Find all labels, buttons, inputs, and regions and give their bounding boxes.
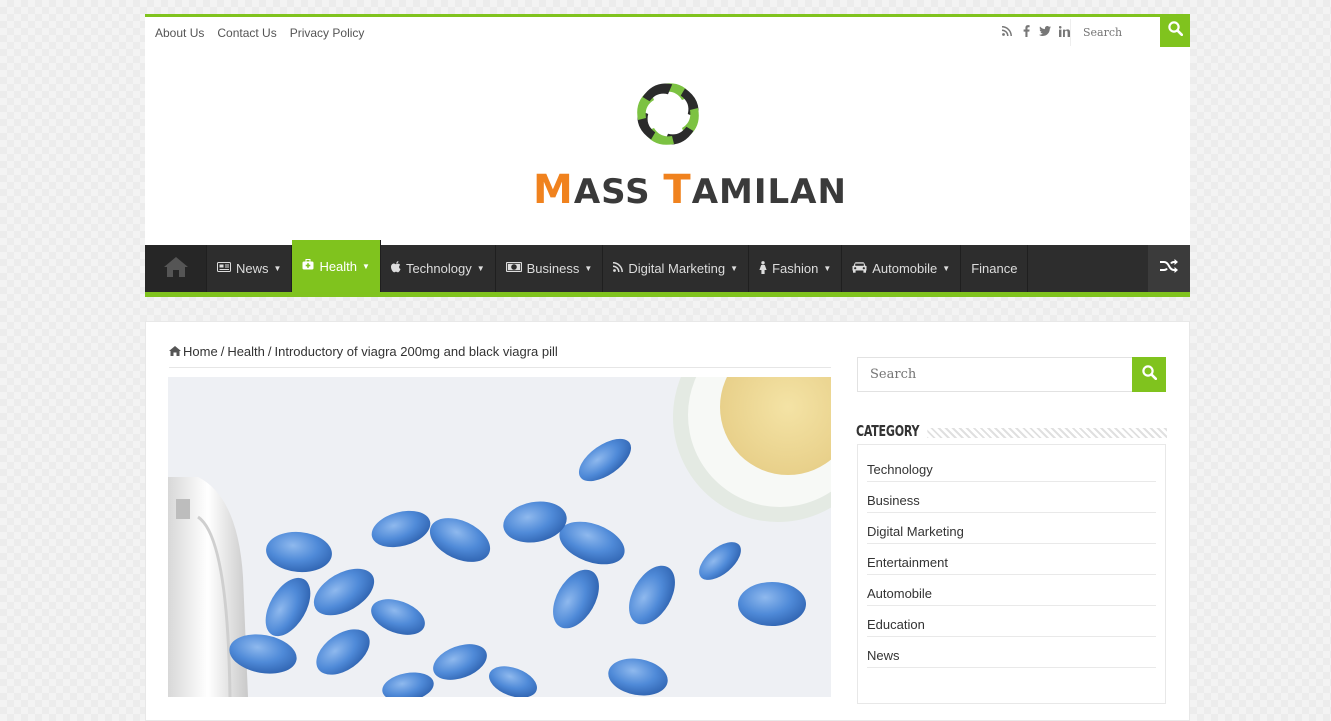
top-bar: About Us Contact Us Privacy Policy (145, 14, 1190, 48)
nav-item-digital-marketing[interactable]: Digital Marketing ▼ (603, 245, 750, 292)
nav-label: Automobile (872, 261, 938, 276)
site-logo[interactable]: MASS TAMILAN (533, 72, 846, 222)
category-widget-header: Category (856, 422, 1167, 444)
logo-initial-t: T (663, 167, 692, 213)
nav-item-news[interactable]: News ▼ (207, 245, 293, 292)
random-article-button[interactable] (1148, 245, 1190, 292)
title-stripe-decoration (926, 428, 1167, 438)
logo-word-mass: ASS (573, 172, 664, 212)
sidebar-search-input[interactable] (857, 357, 1133, 392)
logo-word-tamilan: AMILAN (691, 172, 847, 212)
apple-icon (390, 261, 401, 276)
logo-wordmark: MASS TAMILAN (533, 167, 846, 213)
caret-down-icon: ▼ (730, 264, 739, 273)
caret-down-icon: ▼ (362, 261, 370, 271)
nav-label: Business (526, 261, 580, 276)
home-icon (169, 344, 181, 359)
nav-label: Technology (405, 261, 472, 276)
nav-label: Finance (971, 261, 1018, 276)
nav-label: News (236, 261, 269, 276)
search-icon (1167, 21, 1183, 41)
sidebar-search-button[interactable] (1132, 357, 1166, 392)
nav-home[interactable] (145, 245, 207, 292)
content-area: Home / Health / Introductory of viagra 200mg… (145, 321, 1190, 721)
category-item-entertainment[interactable]: Entertainment (867, 544, 1156, 575)
breadcrumb-category[interactable]: Health (227, 344, 265, 359)
top-link-privacy-policy[interactable]: Privacy Policy (290, 26, 365, 40)
female-icon (759, 260, 767, 277)
social-icons (1001, 17, 1070, 48)
main-nav: News ▼ Health ▼ Technology ▼ Business ▼ … (145, 240, 1190, 297)
caret-down-icon: ▼ (584, 264, 593, 273)
nav-item-health[interactable]: Health ▼ (292, 240, 381, 292)
nav-item-technology[interactable]: Technology ▼ (381, 245, 496, 292)
rss-icon[interactable] (1001, 26, 1013, 39)
category-item-digital-marketing[interactable]: Digital Marketing (867, 513, 1156, 544)
nav-label: Digital Marketing (628, 261, 726, 276)
shuffle-icon (1160, 259, 1178, 278)
top-link-about-us[interactable]: About Us (155, 26, 204, 40)
linkedin-icon[interactable] (1058, 25, 1070, 40)
logo-swirl-icon (637, 83, 699, 145)
category-item-news[interactable]: News (867, 637, 1156, 668)
category-widget: Technology Business Digital Marketing En… (857, 444, 1166, 704)
sidebar-search (857, 357, 1166, 392)
top-search-button[interactable] (1160, 14, 1190, 48)
facebook-icon[interactable] (1020, 25, 1032, 40)
breadcrumb-separator: / (267, 344, 272, 359)
category-list: Technology Business Digital Marketing En… (858, 445, 1165, 668)
category-item-technology[interactable]: Technology (867, 451, 1156, 482)
breadcrumb: Home / Health / Introductory of viagra 200mg… (169, 344, 831, 368)
top-search-input[interactable] (1070, 19, 1160, 46)
caret-down-icon: ▼ (942, 264, 951, 273)
car-icon (852, 261, 867, 276)
rss-icon (613, 262, 624, 275)
medkit-icon (302, 259, 314, 273)
nav-item-automobile[interactable]: Automobile ▼ (842, 245, 962, 292)
category-item-business[interactable]: Business (867, 482, 1156, 513)
category-widget-title: Category (856, 422, 928, 440)
home-icon (163, 256, 189, 281)
pills-photo (168, 377, 831, 697)
money-icon (505, 262, 522, 275)
nav-item-business[interactable]: Business ▼ (496, 245, 604, 292)
twitter-icon[interactable] (1039, 26, 1051, 39)
top-link-contact-us[interactable]: Contact Us (217, 26, 276, 40)
site-header: MASS TAMILAN (145, 47, 1190, 245)
article-featured-image (168, 377, 831, 697)
category-item-automobile[interactable]: Automobile (867, 575, 1156, 606)
nav-label: Health (319, 258, 358, 274)
logo-initial-m: M (533, 167, 574, 213)
nav-item-finance[interactable]: Finance (961, 245, 1029, 292)
nav-label: Fashion (772, 261, 819, 276)
newspaper-icon (217, 262, 231, 275)
nav-item-fashion[interactable]: Fashion ▼ (749, 245, 843, 292)
breadcrumb-home[interactable]: Home (183, 344, 218, 359)
search-icon (1141, 364, 1157, 385)
top-links: About Us Contact Us Privacy Policy (145, 17, 365, 48)
caret-down-icon: ▼ (823, 264, 832, 273)
breadcrumb-current: Introductory of viagra 200mg and black v… (274, 344, 558, 359)
caret-down-icon: ▼ (273, 264, 282, 273)
caret-down-icon: ▼ (476, 264, 485, 273)
breadcrumb-separator: / (220, 344, 225, 359)
category-item-education[interactable]: Education (867, 606, 1156, 637)
